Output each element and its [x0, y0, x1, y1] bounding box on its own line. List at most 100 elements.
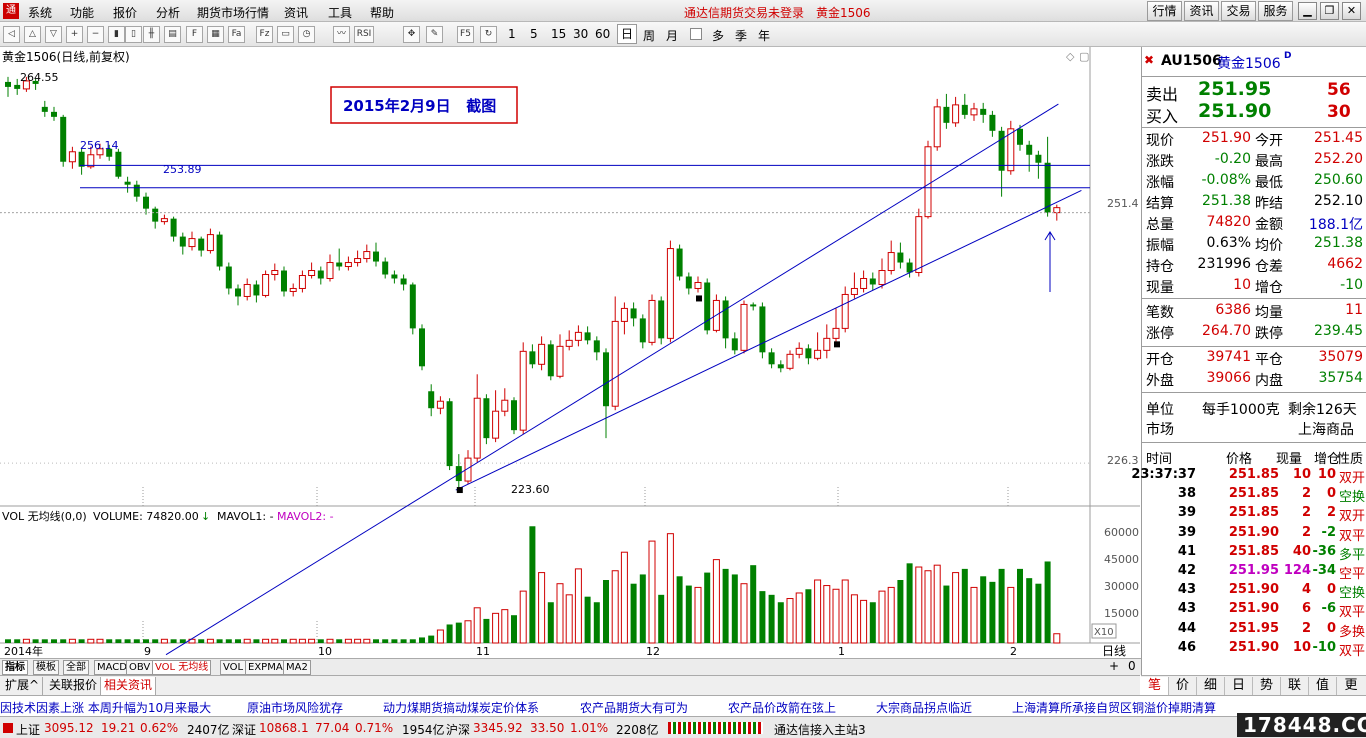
- period-5min[interactable]: 5: [530, 27, 538, 41]
- volume-bar: [611, 570, 619, 644]
- period-day[interactable]: 日: [617, 24, 637, 44]
- tab-macd[interactable]: MACD: [94, 660, 130, 675]
- rtab-trend[interactable]: 势: [1253, 677, 1281, 695]
- zoom-out-icon[interactable]: −: [87, 26, 104, 43]
- tab-indicator[interactable]: 指标: [2, 660, 28, 675]
- candle-body: [924, 146, 932, 218]
- period-multi[interactable]: 多: [712, 27, 724, 44]
- fiz-icon[interactable]: Fz: [256, 26, 273, 43]
- quote-label: 开仓: [1146, 352, 1174, 368]
- news-item[interactable]: 因技术因素上涨 本周升幅为10月来最大: [0, 699, 211, 716]
- f5-icon[interactable]: F5: [457, 26, 474, 43]
- overlay-chart-icon[interactable]: ▤: [164, 26, 181, 43]
- candle-body: [5, 81, 11, 87]
- rtab-day[interactable]: 日: [1225, 677, 1253, 695]
- tab-template[interactable]: 模板: [33, 660, 59, 675]
- chart-settings-square-icon[interactable]: ▢: [1079, 50, 1089, 63]
- volume-bar: [160, 638, 168, 644]
- minimize-icon[interactable]: ▁: [1298, 2, 1317, 20]
- period-quarter[interactable]: 季: [735, 27, 747, 44]
- candle-body: [915, 216, 923, 274]
- chart-settings-diamond-icon[interactable]: ◇: [1066, 50, 1075, 63]
- candle-body: [391, 274, 398, 279]
- up-arrow-icon[interactable]: △: [24, 26, 41, 43]
- news-mode-button[interactable]: 资讯: [1184, 1, 1219, 21]
- tab-obv[interactable]: OBV: [126, 660, 154, 675]
- hs-index-percent: 1.01%: [570, 721, 609, 735]
- rtab-trades[interactable]: 笔: [1141, 677, 1169, 695]
- period-60min[interactable]: 60: [595, 27, 610, 41]
- tab-vol-noma[interactable]: VOL 无均线: [152, 660, 212, 675]
- close-icon[interactable]: ✕: [1342, 2, 1361, 20]
- menu-item-system[interactable]: 系统: [28, 4, 52, 21]
- candle-body: [271, 270, 279, 276]
- rtab-value[interactable]: 值: [1309, 677, 1337, 695]
- fa-icon[interactable]: Fa: [228, 26, 245, 43]
- volume-bar: [850, 594, 858, 644]
- news-item[interactable]: 原油市场风险犹存: [247, 699, 343, 716]
- restore-icon[interactable]: ❐: [1320, 2, 1339, 20]
- zoom-in-icon[interactable]: +: [66, 26, 83, 43]
- menu-item-analysis[interactable]: 分析: [156, 4, 180, 21]
- candle-body: [344, 262, 352, 268]
- period-year[interactable]: 年: [758, 27, 770, 44]
- candle-chart-icon[interactable]: ▯: [125, 26, 142, 43]
- f10-icon[interactable]: F: [186, 26, 203, 43]
- menu-item-tools[interactable]: 工具: [328, 4, 352, 21]
- period-month[interactable]: 月: [666, 27, 678, 44]
- rsi-icon[interactable]: RSI: [354, 26, 374, 43]
- volume-bar: [943, 585, 950, 643]
- tab-related-news[interactable]: 相关资讯: [101, 677, 157, 695]
- chart-plus-button[interactable]: +: [1109, 659, 1119, 673]
- tab-all[interactable]: 全部: [63, 660, 89, 675]
- menu-item-news[interactable]: 资讯: [284, 4, 308, 21]
- news-item[interactable]: 农产品价改箭在弦上: [728, 699, 836, 716]
- period-1min[interactable]: 1: [508, 27, 516, 41]
- period-week[interactable]: 周: [643, 27, 655, 44]
- period-30min[interactable]: 30: [573, 27, 588, 41]
- menu-item-quote[interactable]: 报价: [113, 4, 137, 21]
- tick-time: 43: [1177, 582, 1196, 598]
- tab-expand[interactable]: 扩展^: [2, 677, 44, 695]
- rtab-detail[interactable]: 细: [1197, 677, 1225, 695]
- move-icon[interactable]: ✥: [403, 26, 420, 43]
- kline-chart-icon[interactable]: ╫: [143, 26, 160, 43]
- kline-chart[interactable]: 黄金1506(日线,前复权) 2015年2月9日 截图 264.55 223.6…: [0, 47, 1140, 659]
- close-panel-icon[interactable]: ✖: [1144, 53, 1154, 67]
- tab-expma[interactable]: EXPMA: [245, 660, 286, 675]
- news-item[interactable]: 大宗商品拐点临近: [876, 699, 972, 716]
- period-15min[interactable]: 15: [551, 27, 566, 41]
- x-label-2: 2: [1010, 645, 1017, 658]
- candle-body: [860, 277, 868, 289]
- tab-ma2[interactable]: MA2: [283, 660, 311, 675]
- quote-label: 持仓: [1146, 259, 1174, 275]
- refresh-icon[interactable]: ↻: [480, 26, 497, 43]
- rtab-more[interactable]: 更: [1337, 677, 1365, 695]
- tab-related-quotes[interactable]: 关联报价: [46, 677, 102, 695]
- trade-mode-button[interactable]: 交易: [1221, 1, 1256, 21]
- quote-mode-button[interactable]: 行情: [1147, 1, 1182, 21]
- chart-zero-button[interactable]: 0: [1128, 659, 1136, 673]
- down-arrow-icon[interactable]: ▽: [45, 26, 62, 43]
- grid-icon[interactable]: ▦: [207, 26, 224, 43]
- clock-icon[interactable]: ◷: [298, 26, 315, 43]
- indicator-icon[interactable]: 〰: [333, 26, 350, 43]
- menu-item-futures-market[interactable]: 期货市场行情: [197, 4, 269, 21]
- tab-vol[interactable]: VOL: [220, 660, 247, 675]
- volume-bar: [124, 639, 131, 643]
- bar-chart-icon[interactable]: ▮: [108, 26, 125, 43]
- news-item[interactable]: 农产品期货大有可为: [580, 699, 688, 716]
- window-icon[interactable]: ▭: [277, 26, 294, 43]
- menu-item-function[interactable]: 功能: [70, 4, 94, 21]
- service-mode-button[interactable]: 服务: [1258, 1, 1293, 21]
- toolbar-square-icon[interactable]: [690, 28, 702, 40]
- rtab-price[interactable]: 价: [1169, 677, 1197, 695]
- news-item[interactable]: 动力煤期货搞动煤炭定价体系: [383, 699, 539, 716]
- pencil-icon[interactable]: ✎: [426, 26, 443, 43]
- rtab-linked[interactable]: 联: [1281, 677, 1309, 695]
- menu-item-help[interactable]: 帮助: [370, 4, 394, 21]
- news-item[interactable]: 上海清算所承接自贸区铜溢价掉期清算: [1012, 699, 1216, 716]
- quote-value: 239.45: [1314, 323, 1363, 339]
- volume-bar: [933, 564, 941, 644]
- back-arrow-icon[interactable]: ◁: [3, 26, 20, 43]
